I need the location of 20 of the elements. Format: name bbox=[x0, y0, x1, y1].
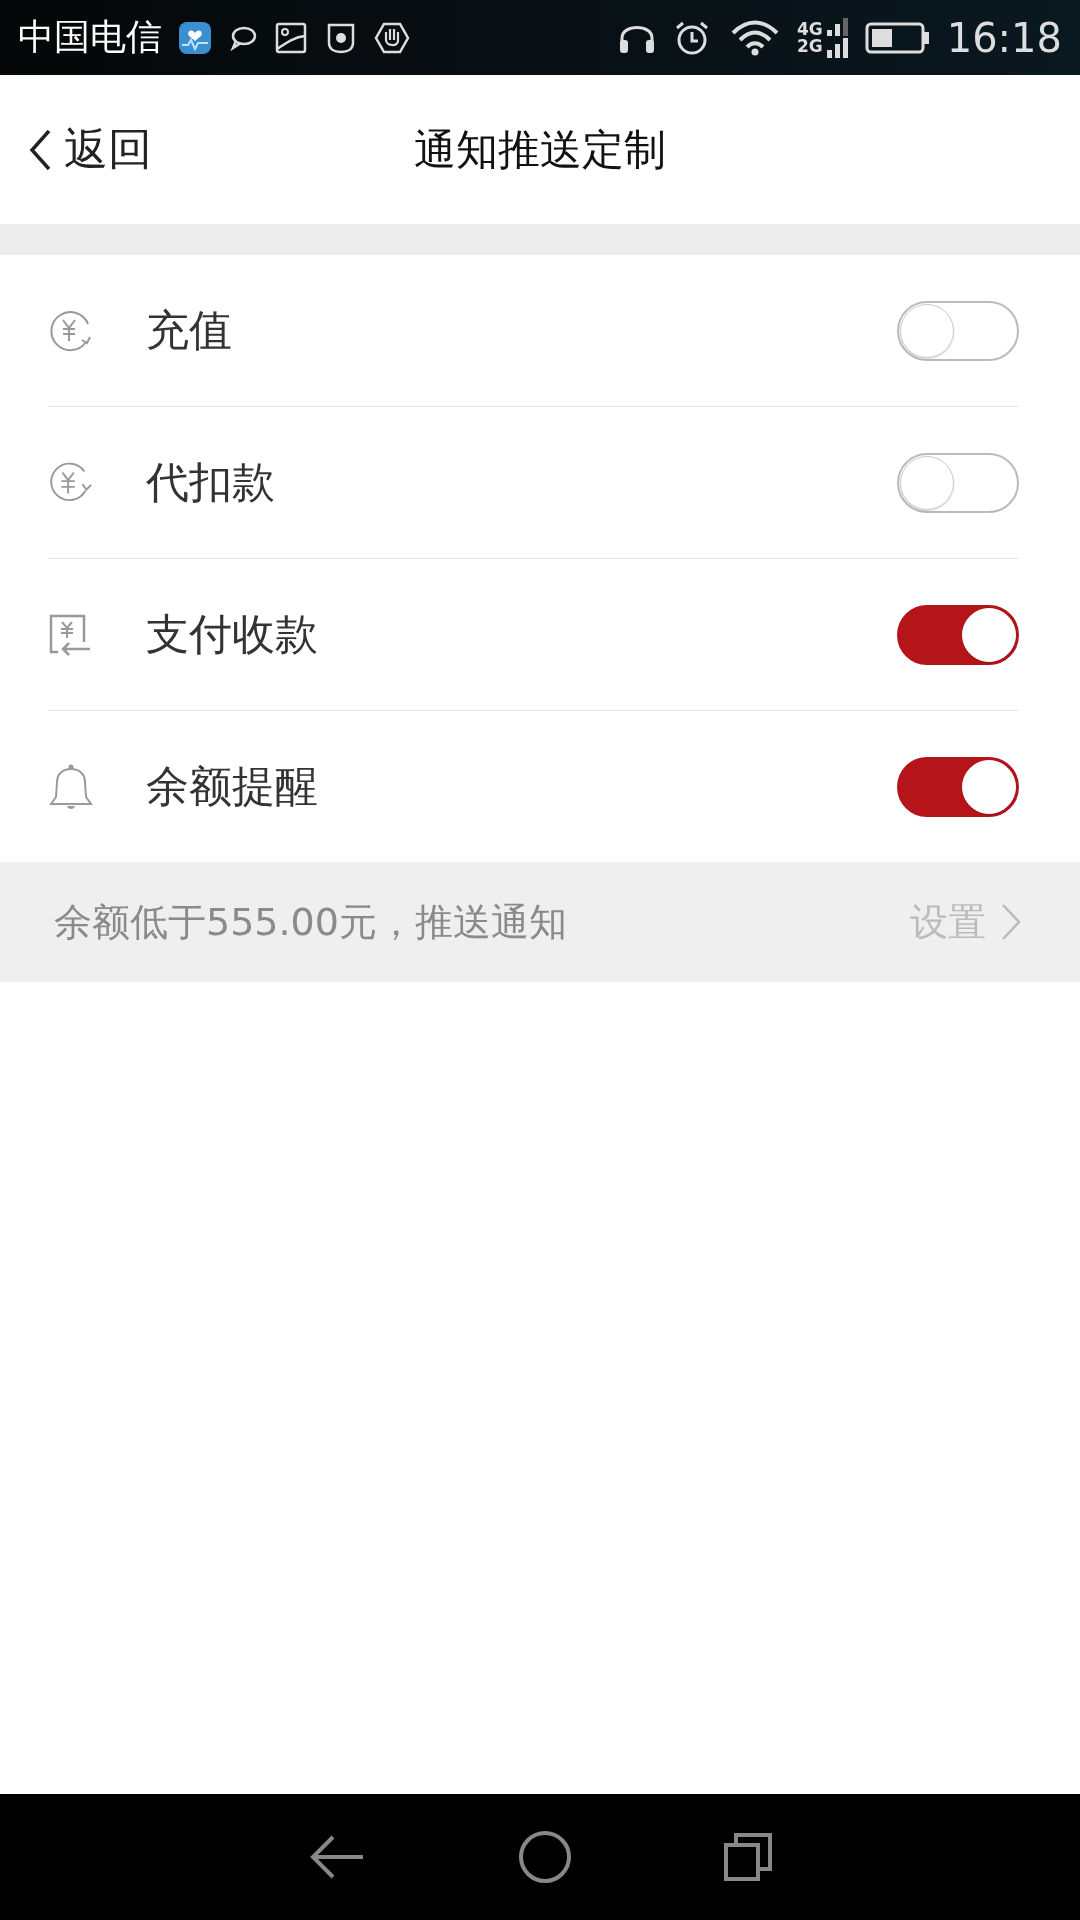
chevron-right-icon bbox=[1000, 902, 1022, 942]
network-type: 2G bbox=[796, 37, 823, 55]
setting-label: 代扣款 bbox=[146, 455, 276, 509]
clock-time: 16:18 bbox=[946, 14, 1062, 61]
page-title: 通知推送定制 bbox=[414, 123, 666, 176]
image-icon bbox=[274, 20, 308, 55]
chevron-left-icon bbox=[28, 127, 52, 172]
setting-label: 充值 bbox=[146, 303, 233, 357]
battery-icon bbox=[864, 20, 931, 55]
network-type: 4G bbox=[796, 20, 823, 38]
setting-label: 余额提醒 bbox=[146, 759, 319, 813]
setting-label: 支付收款 bbox=[146, 607, 319, 661]
back-button[interactable]: 返回 bbox=[0, 120, 152, 179]
hand-icon bbox=[374, 20, 410, 55]
recent-apps-icon[interactable] bbox=[723, 1832, 773, 1882]
home-nav-icon[interactable] bbox=[517, 1829, 573, 1885]
balance-notice-text: 余额低于555.00元，推送通知 bbox=[54, 898, 567, 946]
health-app-icon bbox=[178, 20, 212, 55]
carrier-name: 中国电信 bbox=[18, 15, 162, 59]
signal-icon bbox=[826, 15, 849, 60]
